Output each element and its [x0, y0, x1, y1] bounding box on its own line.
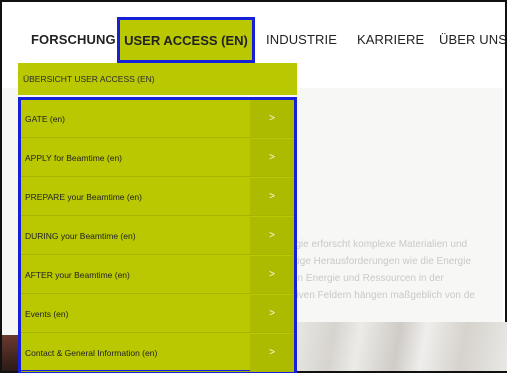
dropdown-item-label: Events (en)	[25, 309, 69, 319]
dropdown-overview-link[interactable]: ÜBERSICHT USER ACCESS (EN)	[18, 63, 297, 95]
dropdown-item-list: GATE (en) > APPLY for Beamtime (en) > PR…	[18, 97, 297, 373]
chevron-right-icon[interactable]: >	[250, 256, 294, 293]
background-line: lliven Feldern hängen maßgeblich von de	[292, 290, 475, 301]
chevron-right-icon[interactable]: >	[250, 295, 294, 332]
nav-item-ueber-uns[interactable]: ÜBER UNS	[439, 32, 507, 47]
dropdown-item-label: AFTER your Beamtime (en)	[25, 270, 130, 280]
dropdown-item-label: GATE (en)	[25, 114, 65, 124]
chevron-right-icon[interactable]: >	[250, 178, 294, 215]
chevron-right-icon[interactable]: >	[250, 139, 294, 176]
dropdown-item-gate[interactable]: GATE (en) >	[21, 100, 294, 138]
dropdown-item-events[interactable]: Events (en) >	[21, 295, 294, 333]
dropdown-item-prepare[interactable]: PREPARE your Beamtime (en) >	[21, 178, 294, 216]
nav-item-forschung[interactable]: FORSCHUNG	[31, 32, 116, 47]
chevron-right-icon[interactable]: >	[250, 334, 294, 371]
chevron-right-icon[interactable]: >	[250, 100, 294, 137]
nav-item-karriere[interactable]: KARRIERE	[357, 32, 424, 47]
nav-item-user-access[interactable]: USER ACCESS (EN)	[117, 17, 255, 63]
dropdown-item-label: APPLY for Beamtime (en)	[25, 153, 123, 163]
background-image	[296, 322, 507, 371]
background-line: ftige Herausforderungen wie die Energie	[292, 256, 471, 267]
background-line: on Energie und Ressourcen in der	[292, 273, 444, 284]
background-line: rgie erforscht komplexe Materialien und	[292, 239, 468, 250]
background-paragraph: rgie erforscht komplexe Materialien und …	[292, 236, 507, 304]
chevron-right-icon[interactable]: >	[250, 217, 294, 254]
dropdown-item-contact[interactable]: Contact & General Information (en) >	[21, 334, 294, 372]
dropdown-item-label: PREPARE your Beamtime (en)	[25, 192, 142, 202]
dropdown-item-label: DURING your Beamtime (en)	[25, 231, 136, 241]
dropdown-item-label: Contact & General Information (en)	[25, 348, 158, 358]
nav-item-industrie[interactable]: INDUSTRIE	[266, 32, 337, 47]
dropdown-item-during[interactable]: DURING your Beamtime (en) >	[21, 217, 294, 255]
dropdown-item-after[interactable]: AFTER your Beamtime (en) >	[21, 256, 294, 294]
dropdown-item-apply[interactable]: APPLY for Beamtime (en) >	[21, 139, 294, 177]
